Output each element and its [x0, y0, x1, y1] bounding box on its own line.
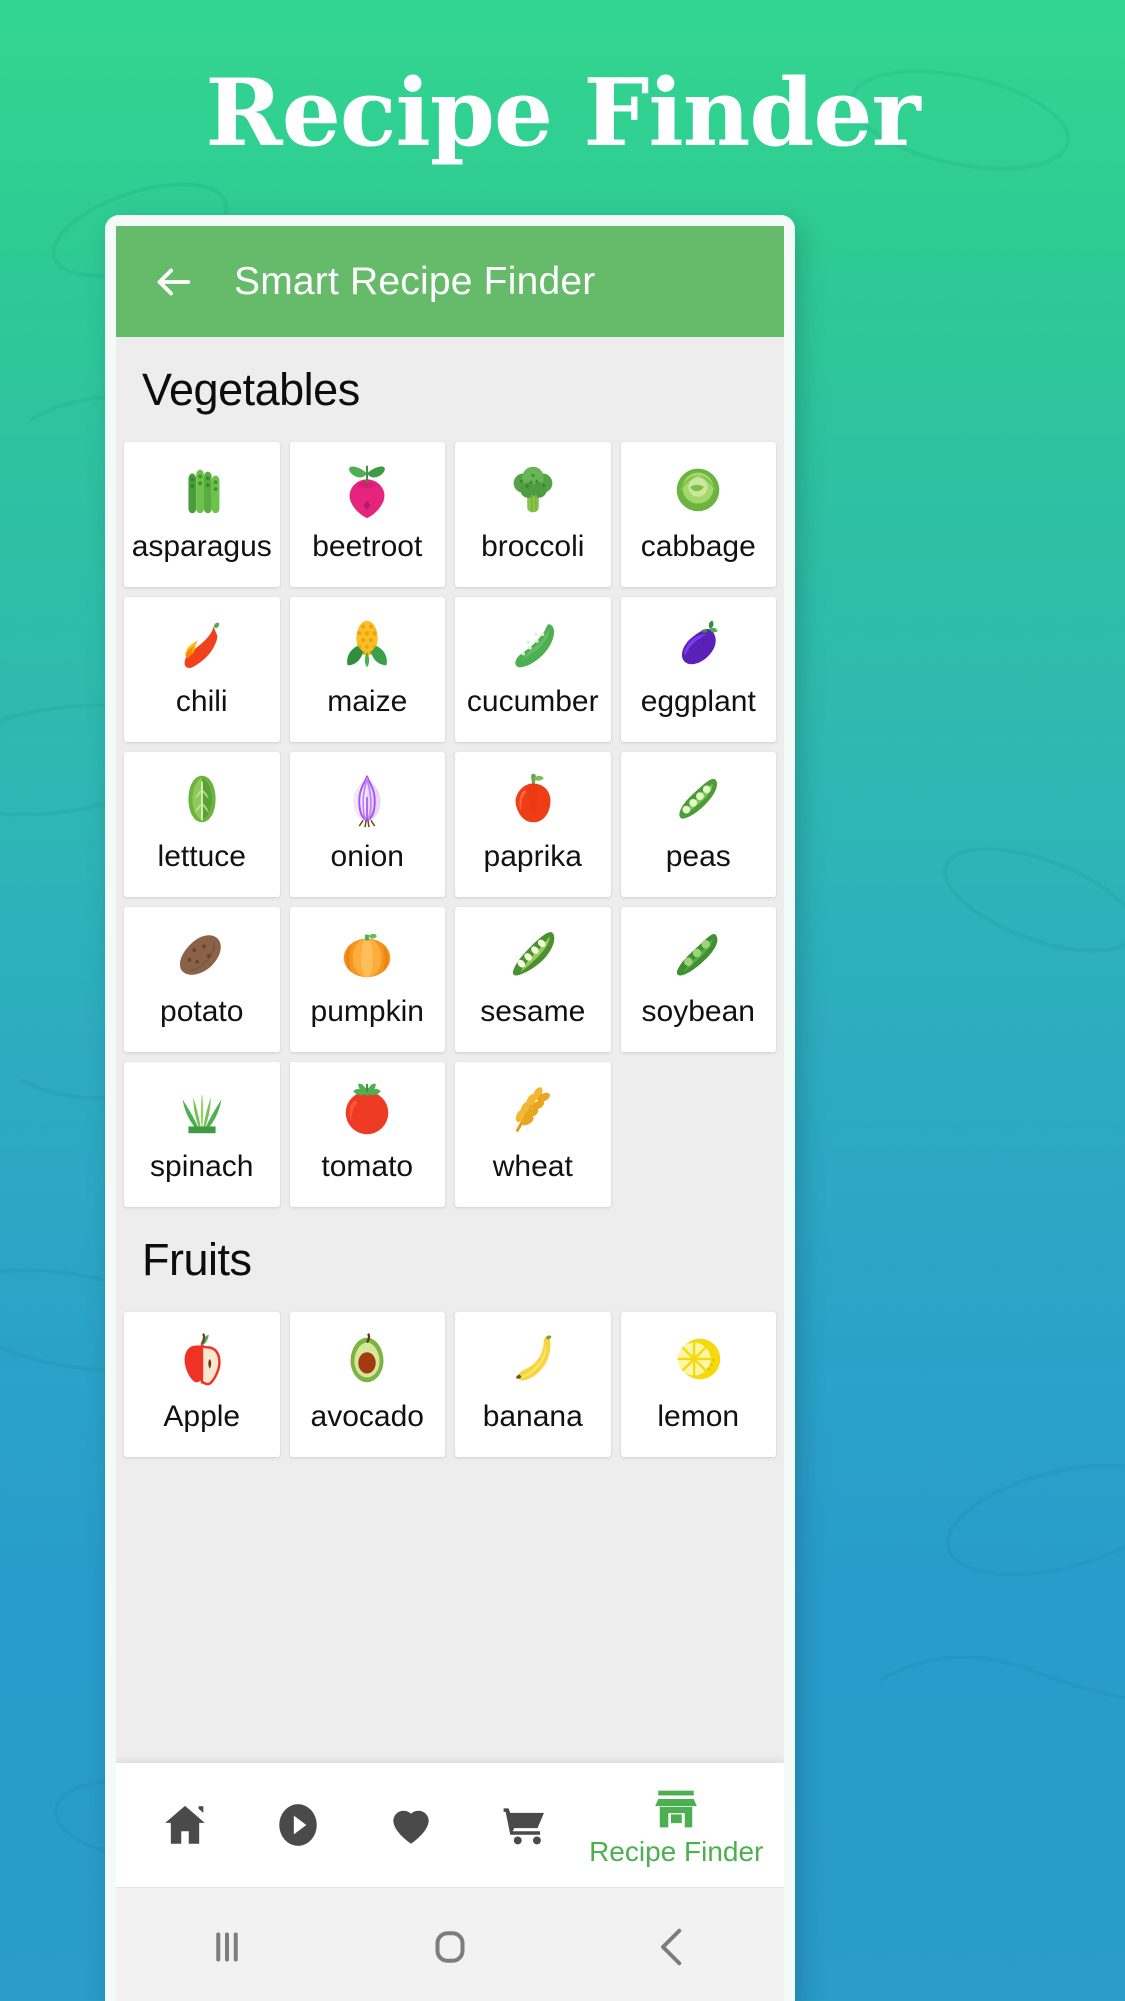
tile-lemon[interactable]: lemon [620, 1312, 776, 1457]
potato-icon [179, 935, 221, 975]
tile-soybean[interactable]: soybean [620, 907, 776, 1052]
tomato-icon [345, 1083, 389, 1135]
paprika-icon [515, 773, 551, 823]
home-square-icon[interactable] [420, 1917, 480, 1977]
phone-frame: Smart Recipe Finder Vegetables asparagus… [105, 215, 795, 2001]
broccoli-icon [513, 466, 553, 513]
tile-pumpkin[interactable]: pumpkin [289, 907, 445, 1052]
tile-placeholder [621, 1062, 777, 1207]
tile-sesame[interactable]: sesame [455, 907, 611, 1052]
tile-avocado[interactable]: avocado [289, 1312, 445, 1457]
fruits-grid: Apple avocado banana lemon [116, 1312, 784, 1457]
tile-label: wheat [492, 1150, 573, 1183]
cabbage-icon [676, 468, 720, 512]
nav-item-home[interactable] [137, 1800, 233, 1850]
bottom-navigation: Recipe Finder [116, 1762, 784, 1887]
nav-item-favorites[interactable] [363, 1800, 459, 1850]
tile-label: broccoli [481, 530, 585, 563]
tile-label: asparagus [131, 530, 272, 563]
section-title-vegetables: Vegetables [142, 364, 360, 415]
eggplant-icon [682, 620, 718, 665]
tile-maize[interactable]: maize [289, 597, 445, 742]
shopping-cart-icon [503, 1808, 544, 1845]
sesame-icon [512, 932, 555, 976]
tile-label: maize [327, 685, 408, 718]
apple-icon [184, 1332, 221, 1386]
nav-item-cart[interactable] [476, 1800, 572, 1850]
tile-label: onion [330, 840, 404, 873]
tile-label: beetroot [312, 530, 423, 563]
tile-label: pumpkin [310, 995, 424, 1028]
maize-icon [347, 620, 388, 668]
tile-label: paprika [483, 840, 582, 873]
lettuce-icon [188, 775, 216, 823]
spinach-icon [182, 1093, 222, 1134]
nav-item-recipe-finder[interactable]: Recipe Finder [589, 1784, 763, 1866]
play-circle-icon [278, 1804, 317, 1846]
avocado-icon [350, 1332, 384, 1383]
home-icon [164, 1805, 205, 1844]
recents-icon[interactable] [197, 1917, 257, 1977]
content-scroll-area[interactable]: Vegetables asparagus beetroot broccoli c… [116, 337, 784, 1762]
tile-broccoli[interactable]: broccoli [455, 442, 611, 587]
nav-item-play[interactable] [250, 1800, 346, 1850]
tile-paprika[interactable]: paprika [455, 752, 611, 897]
tile-label: soybean [641, 995, 755, 1028]
system-navigation-bar [116, 1887, 784, 2001]
onion-icon [353, 775, 381, 828]
peas-icon [679, 778, 718, 819]
tile-tomato[interactable]: tomato [289, 1062, 445, 1207]
tile-eggplant[interactable]: eggplant [620, 597, 776, 742]
arrow-left-icon[interactable] [150, 259, 196, 305]
tile-potato[interactable]: potato [124, 907, 280, 1052]
tile-label: tomato [321, 1150, 414, 1183]
tile-label: lettuce [157, 840, 246, 873]
tile-label: eggplant [640, 685, 756, 718]
tile-label: avocado [310, 1400, 424, 1433]
tile-banana[interactable]: banana [455, 1312, 611, 1457]
app-bar: Smart Recipe Finder [116, 226, 784, 337]
phone-screen: Smart Recipe Finder Vegetables asparagus… [116, 226, 784, 2001]
tile-label: banana [482, 1400, 583, 1433]
section-title-fruits: Fruits [142, 1234, 252, 1285]
pumpkin-icon [344, 933, 391, 978]
cucumber-icon [515, 624, 554, 668]
tile-peas[interactable]: peas [620, 752, 776, 897]
tile-label: spinach [150, 1150, 254, 1183]
tile-wheat[interactable]: wheat [455, 1062, 611, 1207]
tile-spinach[interactable]: spinach [124, 1062, 280, 1207]
tile-cabbage[interactable]: cabbage [620, 442, 776, 587]
tile-lettuce[interactable]: lettuce [124, 752, 280, 897]
tile-beetroot[interactable]: beetroot [289, 442, 445, 587]
tile-label: Apple [163, 1400, 241, 1433]
asparagus-icon [188, 469, 220, 514]
back-chevron-icon[interactable] [643, 1917, 703, 1977]
tile-onion[interactable]: onion [289, 752, 445, 897]
nav-item-label: Recipe Finder [589, 1836, 764, 1867]
soybean-icon [677, 934, 718, 976]
wheat-icon [515, 1087, 550, 1132]
tile-label: cucumber [466, 685, 599, 718]
tile-label: sesame [480, 995, 586, 1028]
tile-chili[interactable]: chili [124, 597, 280, 742]
heart-icon [393, 1810, 429, 1844]
store-icon [655, 1790, 698, 1828]
tile-asparagus[interactable]: asparagus [124, 442, 280, 587]
banana-icon [515, 1335, 552, 1381]
tile-label: lemon [657, 1400, 740, 1433]
app-bar-title: Smart Recipe Finder [234, 259, 596, 303]
tile-apple[interactable]: Apple [124, 1312, 280, 1457]
vegetables-grid: asparagus beetroot broccoli cabbage chil… [116, 442, 784, 1207]
tile-label: peas [665, 840, 731, 873]
page-title: Recipe Finder [205, 58, 920, 167]
chili-icon [184, 622, 220, 669]
tile-label: cabbage [640, 530, 756, 563]
tile-label: chili [175, 685, 228, 718]
lemon-icon [674, 1338, 721, 1380]
tile-label: potato [160, 995, 244, 1028]
beetroot-icon [349, 465, 386, 519]
tile-cucumber[interactable]: cucumber [455, 597, 611, 742]
